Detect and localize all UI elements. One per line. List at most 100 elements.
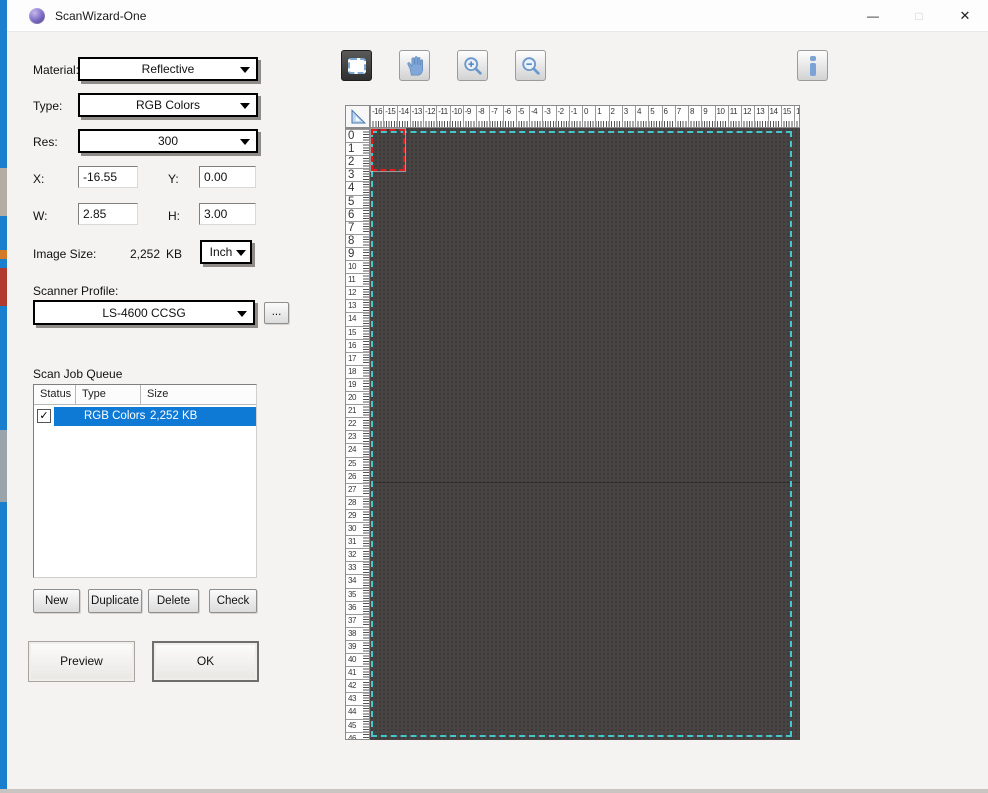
preview-button[interactable]: Preview <box>28 641 135 682</box>
material-dropdown[interactable]: Reflective <box>78 57 258 81</box>
v-ruler-cell: 26 <box>346 470 369 483</box>
marquee-select-icon <box>348 58 366 74</box>
minimize-button[interactable]: — <box>850 0 896 32</box>
v-ruler-cell: 40 <box>346 653 369 666</box>
ruler-corner-box[interactable] <box>345 105 370 128</box>
row-size: 2,252 KB <box>150 407 197 426</box>
x-input[interactable]: -16.55 <box>78 166 138 188</box>
h-ruler-cell: -2 <box>556 106 570 127</box>
title-bar: ScanWizard-One — □ ✕ <box>7 0 988 32</box>
h-ruler-cell: 4 <box>635 106 649 127</box>
window-controls: — □ ✕ <box>850 0 988 32</box>
row-selection-bar[interactable]: RGB Colors 2,252 KB <box>54 407 256 426</box>
row-type: RGB Colors <box>84 407 145 426</box>
profile-browse-button[interactable]: ... <box>264 302 289 324</box>
h-ruler-cell: -4 <box>529 106 543 127</box>
scanner-profile-label: Scanner Profile: <box>33 284 118 298</box>
new-button[interactable]: New <box>33 589 80 613</box>
v-ruler-cell: 39 <box>346 640 369 653</box>
v-ruler-cell: 14 <box>346 312 369 325</box>
set-square-icon <box>349 108 367 126</box>
scan-job-queue-label: Scan Job Queue <box>33 367 122 381</box>
hand-icon <box>404 55 426 77</box>
h-ruler-cell: 16 <box>794 106 800 127</box>
h-ruler-cell: -11 <box>436 106 450 127</box>
h-ruler-cell: 15 <box>781 106 795 127</box>
v-ruler-cell: 0 <box>346 129 369 142</box>
h-ruler-cell: -3 <box>542 106 556 127</box>
v-ruler-cell: 1 <box>346 142 369 155</box>
h-ruler-cell: -6 <box>503 106 517 127</box>
h-input[interactable]: 3.00 <box>199 203 256 225</box>
dropdown-arrow-icon <box>237 311 247 317</box>
y-label: Y: <box>168 172 179 186</box>
h-ruler-cell: 6 <box>662 106 676 127</box>
column-size[interactable]: Size <box>141 385 256 404</box>
y-input[interactable]: 0.00 <box>199 166 256 188</box>
zoom-out-tool[interactable] <box>515 50 546 81</box>
check-button[interactable]: Check <box>209 589 257 613</box>
background-window-edge <box>0 0 7 793</box>
v-ruler-cell: 31 <box>346 535 369 548</box>
v-ruler-cell: 5 <box>346 195 369 208</box>
v-ruler-cell: 36 <box>346 601 369 614</box>
h-ruler-cell: 5 <box>648 106 662 127</box>
v-ruler-cell: 21 <box>346 404 369 417</box>
unit-value: Inch <box>210 245 233 259</box>
column-status[interactable]: Status <box>34 385 76 404</box>
v-ruler-cell: 2 <box>346 155 369 168</box>
scanner-profile-dropdown[interactable]: LS-4600 CCSG <box>33 300 255 325</box>
column-type[interactable]: Type <box>76 385 141 404</box>
v-ruler-cell: 29 <box>346 509 369 522</box>
v-ruler-cell: 13 <box>346 299 369 312</box>
h-ruler-cell: 9 <box>701 106 715 127</box>
w-input[interactable]: 2.85 <box>78 203 138 225</box>
h-ruler-cell: -12 <box>423 106 437 127</box>
v-ruler-cell: 25 <box>346 457 369 470</box>
v-ruler-cell: 46 <box>346 732 369 740</box>
h-ruler-cell: 3 <box>622 106 636 127</box>
h-ruler-cell: -13 <box>410 106 424 127</box>
v-ruler-cell: 15 <box>346 326 369 339</box>
h-ruler-cell: 13 <box>754 106 768 127</box>
v-ruler-cell: 4 <box>346 181 369 194</box>
v-ruler-cell: 10 <box>346 260 369 273</box>
close-button[interactable]: ✕ <box>942 0 988 32</box>
type-dropdown[interactable]: RGB Colors <box>78 93 258 117</box>
table-row[interactable]: ✓ RGB Colors 2,252 KB <box>34 407 256 426</box>
v-ruler-cell: 12 <box>346 286 369 299</box>
v-ruler-cell: 7 <box>346 221 369 234</box>
marquee-select-tool[interactable] <box>341 50 372 81</box>
scanwizard-window: ScanWizard-One — □ ✕ Material: Reflectiv… <box>0 0 988 793</box>
v-ruler-cell: 45 <box>346 719 369 732</box>
ok-button[interactable]: OK <box>152 641 259 682</box>
pan-hand-tool[interactable] <box>399 50 430 81</box>
res-label: Res: <box>33 135 58 149</box>
v-ruler-cell: 6 <box>346 208 369 221</box>
row-checkbox[interactable]: ✓ <box>37 409 51 423</box>
scan-preview-canvas[interactable] <box>370 128 800 740</box>
h-ruler-cell: -1 <box>569 106 583 127</box>
res-dropdown[interactable]: 300 <box>78 129 258 153</box>
v-ruler-cell: 42 <box>346 679 369 692</box>
v-ruler-cell: 23 <box>346 430 369 443</box>
v-ruler: 0123456789101112131415161718192021222324… <box>345 128 370 740</box>
zoom-in-tool[interactable] <box>457 50 488 81</box>
dropdown-arrow-icon <box>240 139 250 145</box>
h-ruler-cell: -5 <box>516 106 530 127</box>
v-ruler-cell: 37 <box>346 614 369 627</box>
selection-marquee[interactable] <box>371 129 405 171</box>
v-ruler-cell: 24 <box>346 443 369 456</box>
v-ruler-cell: 22 <box>346 417 369 430</box>
info-tool[interactable] <box>797 50 828 81</box>
unit-dropdown[interactable]: Inch <box>200 240 252 264</box>
h-ruler: -16-15-14-13-12-11-10-9-8-7-6-5-4-3-2-10… <box>369 105 800 128</box>
duplicate-button[interactable]: Duplicate <box>88 589 142 613</box>
zoom-in-icon <box>462 55 484 77</box>
h-label: H: <box>168 209 180 223</box>
v-ruler-cell: 16 <box>346 339 369 352</box>
h-ruler-cell: 2 <box>609 106 623 127</box>
scanner-profile-value: LS-4600 CCSG <box>102 306 185 320</box>
delete-button[interactable]: Delete <box>148 589 199 613</box>
h-ruler-cell: 12 <box>741 106 755 127</box>
